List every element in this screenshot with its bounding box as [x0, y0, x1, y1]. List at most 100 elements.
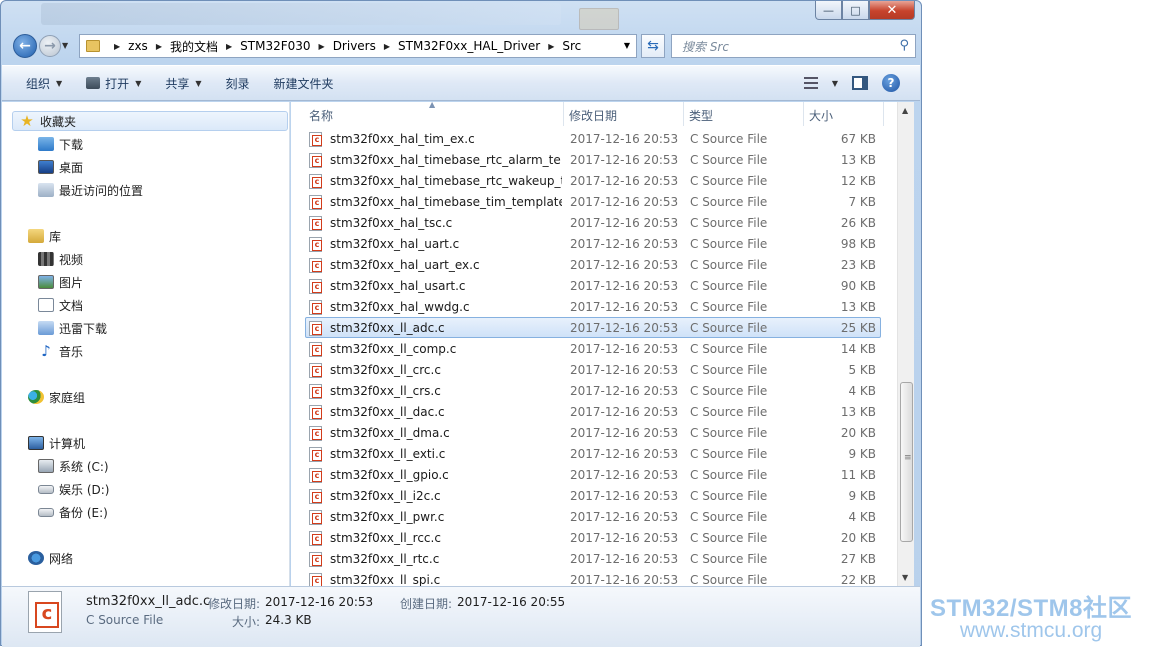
breadcrumb-separator[interactable]: ▶ [384, 42, 390, 51]
sidebar-item-drive-c[interactable]: 系统 (C:) [38, 456, 109, 476]
maximize-button[interactable]: □ [842, 1, 869, 20]
breadcrumb-separator[interactable]: ▶ [114, 42, 120, 51]
table-row[interactable]: stm32f0xx_ll_dma.c 2017-12-16 20:53 C Sour… [305, 422, 881, 443]
sidebar-item-network[interactable]: 网络 [28, 548, 73, 568]
file-size: 13 KB [840, 300, 876, 314]
sidebar-item-desktop[interactable]: 桌面 [38, 157, 83, 177]
table-row[interactable]: stm32f0xx_hal_timebase_rtc_wakeup_t... 20… [305, 170, 881, 191]
back-button[interactable]: ← [13, 34, 37, 58]
column-type[interactable]: 类型 [689, 107, 713, 124]
sidebar-item-xunlei[interactable]: 迅雷下载 [38, 318, 107, 338]
sidebar-item-music[interactable]: ♪ 音乐 [38, 341, 83, 361]
sidebar-item-label: 视频 [59, 252, 84, 267]
search-input[interactable]: 搜索 Src ⚲ [671, 34, 916, 58]
breadcrumb-stm32f030[interactable]: STM32F030 [240, 39, 310, 53]
table-row[interactable]: stm32f0xx_ll_exti.c 2017-12-16 20:53 C Sou… [305, 443, 881, 464]
table-row[interactable]: stm32f0xx_ll_rcc.c 2017-12-16 20:53 C Sour… [305, 527, 881, 548]
column-divider[interactable] [683, 102, 684, 126]
share-menu[interactable]: 共享 ▼ [165, 75, 201, 92]
breadcrumb-drivers[interactable]: Drivers [333, 39, 376, 53]
table-row[interactable]: stm32f0xx_ll_crs.c 2017-12-16 20:53 C Sour… [305, 380, 881, 401]
file-name: stm32f0xx_hal_uart_ex.c [330, 258, 480, 272]
table-row[interactable]: stm32f0xx_hal_uart.c 2017-12-16 20:53 C So… [305, 233, 881, 254]
scroll-thumb[interactable]: ≡ [900, 382, 913, 542]
table-row[interactable]: stm32f0xx_hal_timebase_tim_template.c 201… [305, 191, 881, 212]
breadcrumb-hal-driver[interactable]: STM32F0xx_HAL_Driver [398, 39, 540, 53]
sidebar-item-downloads[interactable]: 下载 [38, 134, 83, 154]
table-row[interactable]: stm32f0xx_hal_wwdg.c 2017-12-16 20:53 C So… [305, 296, 881, 317]
sidebar-item-drive-e[interactable]: 备份 (E:) [38, 502, 108, 522]
navigation-pane: ★ 收藏夹 下载 桌面 最近访问的位置 库 视频 图片 文档 迅雷下载 ♪ 音乐… [2, 102, 290, 586]
search-icon[interactable]: ⚲ [899, 38, 909, 53]
file-modified-date: 2017-12-16 20:53 [570, 258, 679, 272]
address-dropdown-icon[interactable]: ▼ [624, 41, 630, 50]
sidebar-item-videos[interactable]: 视频 [38, 249, 83, 269]
sidebar-item-recent[interactable]: 最近访问的位置 [38, 180, 143, 200]
column-date[interactable]: 修改日期 [569, 107, 617, 124]
burn-button[interactable]: 刻录 [226, 75, 250, 92]
sidebar-item-drive-d[interactable]: 娱乐 (D:) [38, 479, 109, 499]
sidebar-item-favorites[interactable]: ★ 收藏夹 [12, 111, 288, 131]
drive-icon [38, 507, 54, 517]
sidebar-item-homegroup[interactable]: 家庭组 [28, 387, 85, 407]
c-source-file-icon [309, 510, 322, 525]
scroll-down-arrow[interactable]: ▼ [902, 573, 908, 582]
address-bar[interactable]: ▶ zxs ▶ 我的文档 ▶ STM32F030 ▶ Drivers ▶ STM32F0… [79, 34, 637, 58]
sidebar-item-label: 桌面 [59, 160, 84, 175]
column-divider[interactable] [803, 102, 804, 126]
scroll-up-arrow[interactable]: ▲ [902, 106, 908, 115]
breadcrumb-separator[interactable]: ▶ [226, 42, 232, 51]
sidebar-item-libraries[interactable]: 库 [28, 226, 61, 246]
refresh-button[interactable]: ⇆ [641, 34, 665, 58]
file-modified-date: 2017-12-16 20:53 [570, 468, 679, 482]
breadcrumb-separator[interactable]: ▶ [319, 42, 325, 51]
column-size[interactable]: 大小 [809, 107, 833, 124]
change-view-icon[interactable] [803, 77, 818, 89]
sidebar-item-computer[interactable]: 计算机 [28, 433, 85, 453]
column-name[interactable]: 名称 [309, 107, 333, 124]
command-bar: 组织 ▼ 打开 ▼ 共享 ▼ 刻录 新建文件夹 ▼ ? [2, 65, 920, 101]
minimize-button[interactable]: — [815, 1, 842, 20]
breadcrumb-zxs[interactable]: zxs [128, 39, 148, 53]
recent-pages-dropdown[interactable]: ▼ [62, 41, 68, 50]
breadcrumb-separator[interactable]: ▶ [156, 42, 162, 51]
breadcrumb-src[interactable]: Src [562, 39, 581, 53]
breadcrumb-separator[interactable]: ▶ [548, 42, 554, 51]
breadcrumb-my-documents[interactable]: 我的文档 [170, 38, 218, 55]
chevron-down-icon[interactable]: ▼ [832, 79, 838, 88]
column-divider[interactable] [883, 102, 884, 126]
table-row[interactable]: stm32f0xx_ll_dac.c 2017-12-16 20:53 C Sour… [305, 401, 881, 422]
table-row[interactable]: stm32f0xx_ll_i2c.c 2017-12-16 20:53 C Sour… [305, 485, 881, 506]
forward-button[interactable]: → [39, 35, 61, 57]
preview-pane-icon[interactable] [852, 76, 868, 90]
column-divider[interactable] [563, 102, 564, 126]
new-folder-button[interactable]: 新建文件夹 [274, 75, 334, 92]
details-modified-label: 修改日期: [208, 597, 261, 611]
table-row[interactable]: stm32f0xx_ll_crc.c 2017-12-16 20:53 C Sour… [305, 359, 881, 380]
c-source-file-icon [309, 405, 322, 420]
table-row[interactable]: stm32f0xx_ll_gpio.c 2017-12-16 20:53 C Sou… [305, 464, 881, 485]
table-row[interactable]: stm32f0xx_hal_timebase_rtc_alarm_te... 20… [305, 149, 881, 170]
sidebar-item-label: 下载 [59, 137, 84, 152]
file-modified-date: 2017-12-16 20:53 [570, 489, 679, 503]
vertical-scrollbar[interactable]: ▲ ≡ ▼ [897, 102, 914, 586]
table-row[interactable]: stm32f0xx_ll_pwr.c 2017-12-16 20:53 C Sour… [305, 506, 881, 527]
close-button[interactable]: ✕ [869, 1, 915, 20]
table-row[interactable]: stm32f0xx_ll_rtc.c 2017-12-16 20:53 C Sour… [305, 548, 881, 569]
help-icon[interactable]: ? [882, 74, 900, 92]
file-type: C Source File [690, 300, 768, 314]
download-library-icon [38, 321, 54, 335]
file-modified-date: 2017-12-16 20:53 [570, 342, 679, 356]
organize-menu[interactable]: 组织 ▼ [26, 75, 62, 92]
open-menu[interactable]: 打开 ▼ [86, 75, 141, 92]
sidebar-item-documents[interactable]: 文档 [38, 295, 83, 315]
sidebar-item-label: 收藏夹 [40, 114, 77, 129]
table-row[interactable]: stm32f0xx_hal_tim_ex.c 2017-12-16 20:53 C … [305, 128, 881, 149]
table-row[interactable]: stm32f0xx_ll_comp.c 2017-12-16 20:53 C Sou… [305, 338, 881, 359]
computer-icon [28, 436, 44, 450]
table-row[interactable]: stm32f0xx_hal_usart.c 2017-12-16 20:53 C S… [305, 275, 881, 296]
table-row[interactable]: stm32f0xx_hal_tsc.c 2017-12-16 20:53 C Sou… [305, 212, 881, 233]
table-row[interactable]: stm32f0xx_ll_adc.c 2017-12-16 20:53 C Sour… [305, 317, 881, 338]
sidebar-item-pictures[interactable]: 图片 [38, 272, 83, 292]
table-row[interactable]: stm32f0xx_hal_uart_ex.c 2017-12-16 20:53 C… [305, 254, 881, 275]
